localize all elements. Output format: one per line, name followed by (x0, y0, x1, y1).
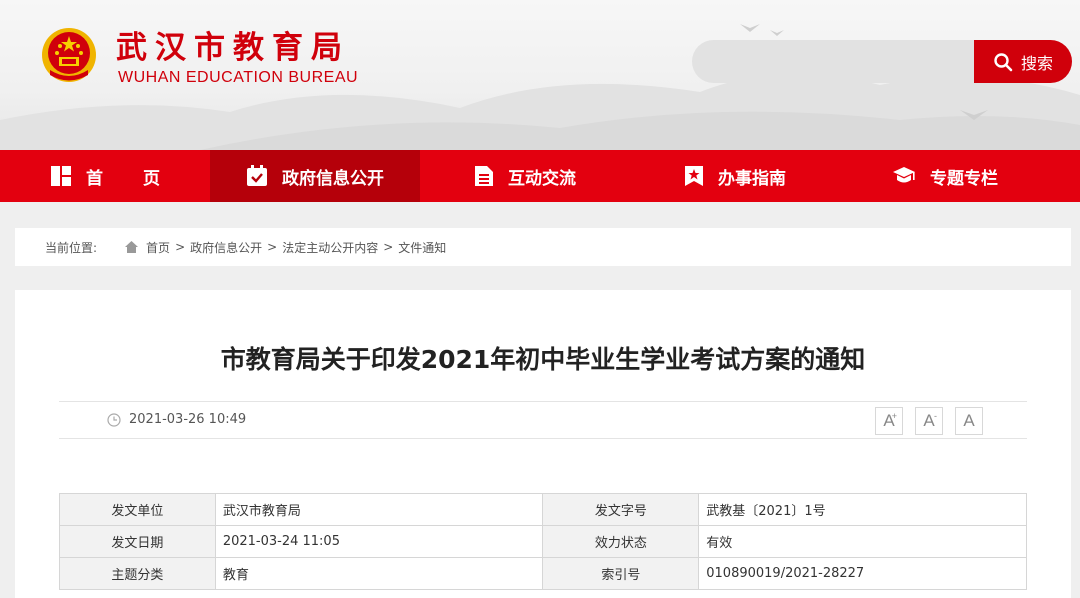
font-reset-button[interactable]: A (955, 407, 983, 435)
breadcrumb-legal-content[interactable]: 法定主动公开内容 (282, 239, 378, 256)
nav-item-guide[interactable]: 办事指南 (630, 150, 840, 202)
article-title: 市教育局关于印发2021年初中毕业生学业考试方案的通知 (220, 345, 866, 374)
site-header: 武汉市教育局 WUHAN EDUCATION BUREAU 搜索 (0, 0, 1080, 150)
font-size-controls: A + A- A (863, 407, 983, 435)
site-title-en: WUHAN EDUCATION BUREAU (118, 69, 359, 86)
home-grid-icon (51, 166, 71, 186)
publish-date: 2021-03-26 10:49 (107, 412, 246, 427)
font-decrease-button[interactable]: A- (915, 407, 943, 435)
nav-item-label: 政府信息公开 (282, 168, 384, 189)
search-button[interactable]: 搜索 (974, 40, 1072, 83)
bookmark-star-icon (685, 166, 703, 186)
info-key: 效力状态 (542, 525, 700, 558)
nav-item-label: 专题专栏 (930, 168, 998, 189)
nav-item-home[interactable]: 首页 (0, 150, 210, 202)
breadcrumb-gov-info[interactable]: 政府信息公开 (190, 239, 262, 256)
breadcrumb-separator: > (175, 240, 186, 254)
main-nav: 首页 政府信息公开 互动交流 办事指南 专题专栏 (0, 150, 1080, 202)
search-button-label: 搜索 (1020, 53, 1053, 73)
breadcrumb: 当前位置: 首页 > 政府信息公开 > 法定主动公开内容 > 文件通知 (15, 228, 1071, 266)
nav-item-special[interactable]: 专题专栏 (840, 150, 1050, 202)
info-value: 010890019/2021-28227 (698, 557, 1027, 590)
clock-icon (107, 412, 121, 427)
nav-item-label: 办事指南 (718, 168, 786, 189)
breadcrumb-separator: > (383, 240, 394, 254)
table-row: 发文单位 武汉市教育局 发文字号 武教基〔2021〕1号 (59, 493, 1027, 526)
table-row: 发文日期 2021-03-24 11:05 效力状态 有效 (59, 525, 1027, 558)
search-box: 搜索 (692, 40, 1072, 83)
info-key: 发文字号 (542, 493, 700, 526)
breadcrumb-separator: > (267, 240, 278, 254)
calendar-check-icon (247, 165, 267, 186)
breadcrumb-notices[interactable]: 文件通知 (398, 239, 446, 256)
info-key: 索引号 (542, 557, 700, 590)
nav-item-gov-info[interactable]: 政府信息公开 (210, 150, 420, 202)
nav-item-label: 互动交流 (508, 168, 576, 189)
document-info-table: 发文单位 武汉市教育局 发文字号 武教基〔2021〕1号 发文日期 2021-0… (59, 493, 1027, 590)
info-value: 教育 (214, 557, 544, 590)
nav-item-interaction[interactable]: 互动交流 (420, 150, 630, 202)
info-value: 武教基〔2021〕1号 (698, 493, 1027, 526)
search-icon (994, 52, 1013, 71)
national-emblem-icon (40, 26, 98, 84)
article-meta: 2021-03-26 10:49 A + A- A (59, 401, 1027, 439)
search-input[interactable] (692, 40, 992, 83)
home-icon (125, 241, 139, 253)
font-increase-button[interactable]: A + (875, 407, 903, 435)
info-key: 主题分类 (59, 557, 216, 590)
publish-date-text: 2021-03-26 10:49 (129, 412, 247, 427)
document-icon (475, 166, 493, 186)
info-key: 发文单位 (59, 493, 216, 526)
info-value: 有效 (698, 525, 1027, 558)
site-title-cn: 武汉市教育局 (116, 30, 350, 66)
breadcrumb-home[interactable]: 首页 (146, 239, 170, 256)
graduation-cap-icon (893, 167, 915, 183)
info-value: 武汉市教育局 (214, 493, 544, 526)
breadcrumb-label: 当前位置: (45, 240, 98, 255)
info-value: 2021-03-24 11:05 (214, 525, 544, 558)
nav-item-label: 首页 (86, 168, 200, 189)
table-row: 主题分类 教育 索引号 010890019/2021-28227 (59, 557, 1027, 590)
info-key: 发文日期 (59, 525, 216, 558)
article-panel: 市教育局关于印发2021年初中毕业生学业考试方案的通知 2021-03-26 1… (15, 290, 1071, 598)
